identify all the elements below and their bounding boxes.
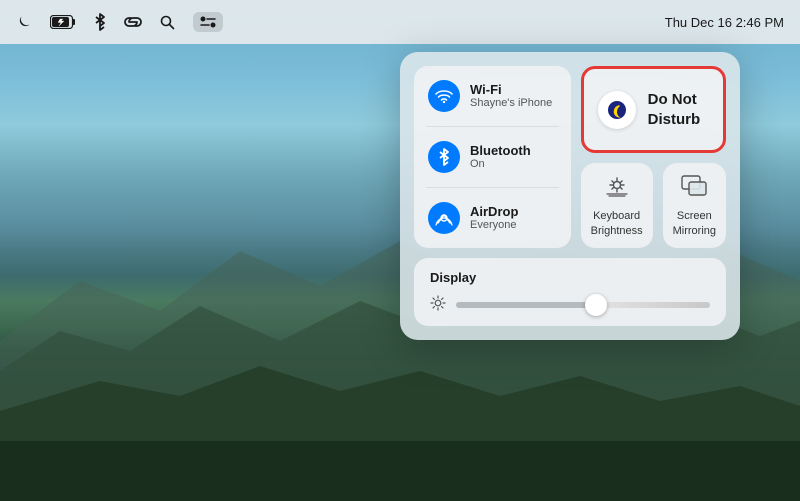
- bluetooth-text: Bluetooth On: [470, 143, 531, 172]
- control-center-icon[interactable]: [193, 12, 223, 32]
- cc-top-section: Wi-Fi Shayne's iPhone Bluetooth On: [414, 66, 726, 248]
- menubar-datetime[interactable]: Thu Dec 16 2:46 PM: [665, 15, 784, 30]
- screen-mirroring-label: Screen Mirroring: [673, 209, 716, 238]
- screen-mirroring-tile[interactable]: Screen Mirroring: [663, 163, 726, 248]
- cc-network-tile: Wi-Fi Shayne's iPhone Bluetooth On: [414, 66, 571, 248]
- keyboard-brightness-icon: [604, 175, 630, 203]
- menubar-right: Thu Dec 16 2:46 PM: [665, 15, 784, 30]
- keyboard-brightness-tile[interactable]: Keyboard Brightness: [581, 163, 653, 248]
- airdrop-icon-circle: [428, 202, 460, 234]
- bluetooth-title: Bluetooth: [470, 143, 531, 159]
- menubar-left-icons: [16, 12, 223, 32]
- cc-bottom-small-tiles: Keyboard Brightness Screen Mirroring: [581, 163, 726, 248]
- do-not-disturb-moon-icon[interactable]: [16, 14, 32, 30]
- wifi-text: Wi-Fi Shayne's iPhone: [470, 82, 552, 111]
- bluetooth-subtitle: On: [470, 158, 531, 171]
- battery-charging-icon[interactable]: [50, 15, 76, 29]
- airdrop-item[interactable]: AirDrop Everyone: [428, 202, 557, 234]
- airdrop-text: AirDrop Everyone: [470, 204, 518, 233]
- keyboard-brightness-label: Keyboard Brightness: [591, 209, 643, 238]
- airdrop-title: AirDrop: [470, 204, 518, 220]
- control-center-panel: Wi-Fi Shayne's iPhone Bluetooth On: [400, 52, 740, 340]
- wifi-subtitle: Shayne's iPhone: [470, 97, 552, 110]
- screen-mirroring-icon: [681, 175, 707, 203]
- bluetooth-item[interactable]: Bluetooth On: [428, 141, 557, 173]
- menubar: Thu Dec 16 2:46 PM: [0, 0, 800, 44]
- wifi-title: Wi-Fi: [470, 82, 552, 98]
- search-spotlight-icon[interactable]: [160, 15, 175, 30]
- brightness-low-icon: [430, 295, 446, 314]
- display-title: Display: [430, 270, 710, 285]
- bluetooth-menu-icon[interactable]: [94, 13, 106, 31]
- do-not-disturb-tile[interactable]: Do NotDisturb: [581, 66, 726, 153]
- airdrop-subtitle: Everyone: [470, 219, 518, 232]
- display-slider-row: [430, 295, 710, 314]
- wifi-icon-circle: [428, 80, 460, 112]
- display-brightness-slider[interactable]: [456, 302, 710, 308]
- dnd-moon-icon: [598, 91, 636, 129]
- cc-display-section: Display: [414, 258, 726, 326]
- slider-thumb[interactable]: [585, 294, 607, 316]
- wifi-item[interactable]: Wi-Fi Shayne's iPhone: [428, 80, 557, 112]
- cc-right-tiles: Do NotDisturb: [581, 66, 726, 248]
- dnd-label: Do NotDisturb: [648, 90, 701, 129]
- link-chain-icon[interactable]: [124, 16, 142, 28]
- divider-1: [426, 126, 559, 127]
- bluetooth-icon-circle: [428, 141, 460, 173]
- divider-2: [426, 187, 559, 188]
